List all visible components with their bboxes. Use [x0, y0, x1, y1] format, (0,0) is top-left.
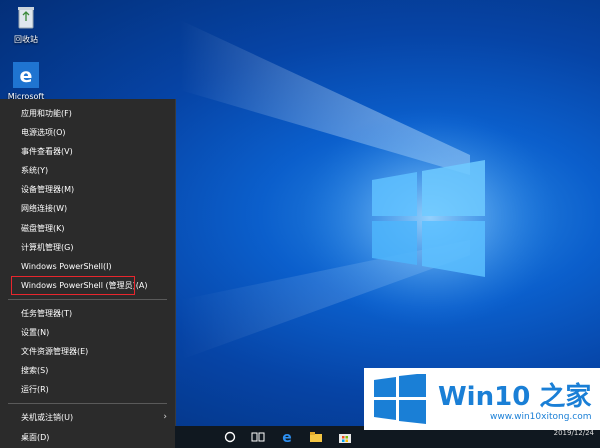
menu-item-label: 搜索(S)	[21, 366, 49, 376]
desktop-icon-recycle-bin[interactable]: 回收站	[0, 4, 52, 45]
menu-item-label: 运行(R)	[21, 385, 49, 395]
menu-separator	[8, 298, 167, 300]
watermark: Win10 之家 www.win10xitong.com	[364, 368, 600, 430]
recycle-bin-icon	[18, 7, 34, 29]
menu-item[interactable]: 网络连接(W)	[0, 199, 175, 218]
menu-item[interactable]: 搜索(S)	[0, 361, 175, 380]
menu-item[interactable]: 电源选项(O)	[0, 123, 175, 142]
menu-item-label: 系统(Y)	[21, 166, 49, 176]
taskbar-clock[interactable]: 2019/12/24	[554, 429, 594, 437]
menu-item[interactable]: 设置(N)	[0, 323, 175, 342]
menu-item-label: Windows PowerShell(I)	[21, 261, 112, 271]
edge-icon: e	[13, 62, 39, 88]
svg-text:e: e	[282, 430, 292, 445]
watermark-brand: Win10 之家	[438, 382, 592, 412]
menu-item[interactable]: Windows PowerShell(I)	[0, 257, 175, 276]
file-explorer-icon[interactable]	[308, 429, 324, 445]
task-view-icon[interactable]	[250, 429, 266, 445]
highlight-box	[11, 276, 135, 295]
edge-icon[interactable]: e	[279, 429, 295, 445]
menu-item-label: 网络连接(W)	[21, 204, 68, 214]
menu-item[interactable]: 计算机管理(G)	[0, 238, 175, 257]
menu-item-label: 桌面(D)	[21, 432, 50, 442]
menu-item-label: 事件查看器(V)	[21, 147, 73, 157]
menu-item-label: 应用和功能(F)	[21, 109, 72, 118]
cortana-circle-icon[interactable]	[222, 429, 238, 445]
menu-item[interactable]: 设备管理器(M)	[0, 180, 175, 199]
svg-text:e: e	[20, 65, 33, 87]
menu-item-label: 设置(N)	[21, 328, 50, 338]
desktop: 回收站 e Microsoft 应用和功能(F) 电源选项(O) 事件查看器(V) 系…	[0, 0, 600, 448]
menu-item-label: 电源选项(O)	[21, 128, 66, 138]
watermark-url: www.win10xitong.com	[490, 412, 592, 422]
menu-item-label: 磁盘管理(K)	[21, 223, 65, 233]
recycle-bin-label: 回收站	[14, 35, 38, 44]
menu-item-label: 设备管理器(M)	[21, 185, 75, 195]
menu-separator	[8, 403, 167, 405]
menu-item-label: 文件资源管理器(E)	[21, 347, 89, 357]
menu-item-label: 计算机管理(G)	[21, 242, 74, 252]
clock-date: 2019/12/24	[553, 429, 594, 437]
menu-item-label: 关机或注销(U)	[21, 413, 74, 423]
menu-item[interactable]: 桌面(D)	[0, 428, 175, 447]
menu-item-label: 任务管理器(T)	[21, 308, 73, 318]
submenu-arrow-icon: ›	[163, 412, 167, 423]
menu-item[interactable]: 系统(Y)	[0, 161, 175, 180]
menu-item[interactable]: 磁盘管理(K)	[0, 219, 175, 238]
store-icon[interactable]	[337, 429, 353, 445]
menu-item[interactable]: 任务管理器(T)	[0, 304, 175, 323]
menu-item[interactable]: 关机或注销(U) ›	[0, 408, 175, 427]
windows-logo-icon	[374, 374, 426, 424]
power-user-menu: 应用和功能(F) 电源选项(O) 事件查看器(V) 系统(Y) 设备管理器(M) 网络连接…	[0, 99, 176, 448]
menu-item[interactable]: 应用和功能(F)	[0, 104, 175, 123]
desktop-icon-edge[interactable]: e Microsoft	[0, 62, 52, 101]
menu-item[interactable]: 文件资源管理器(E)	[0, 342, 175, 361]
menu-item[interactable]: 事件查看器(V)	[0, 142, 175, 161]
menu-item[interactable]: 运行(R)	[0, 380, 175, 399]
